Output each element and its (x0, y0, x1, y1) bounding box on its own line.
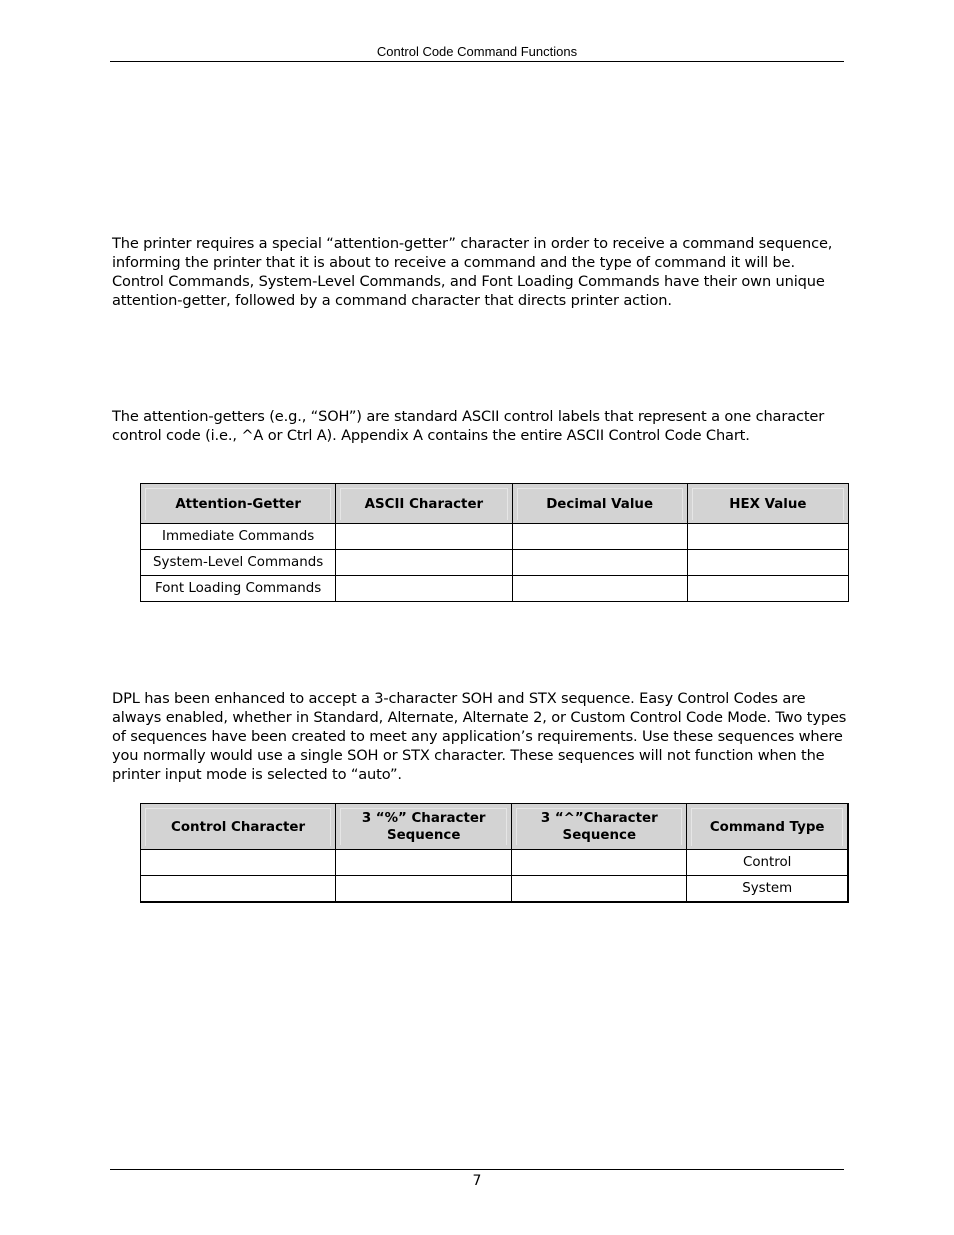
table-cell (511, 523, 688, 550)
column-header: Decimal Value (511, 483, 688, 524)
table-row: System-Level Commands (139, 549, 850, 576)
paragraph-easy-control-codes: DPL has been enhanced to accept a 3-char… (112, 690, 847, 783)
table-cell (686, 523, 850, 550)
table-cell (335, 575, 513, 602)
table-cell (686, 549, 850, 576)
paragraph-ascii-control-labels: The attention-getters (e.g., “SOH”) are … (112, 408, 825, 444)
column-header: 3 “^”Character Sequence (511, 803, 688, 850)
table-cell (335, 875, 513, 903)
table-cell (335, 849, 513, 876)
table-header-row: Attention-Getter ASCII Character Decimal… (139, 483, 850, 524)
table-cell (511, 875, 688, 903)
table-row: Font Loading Commands (139, 575, 850, 602)
column-header: Command Type (686, 803, 849, 850)
table-cell: System-Level Commands (139, 549, 337, 576)
table-cell (686, 575, 850, 602)
table-cell: Font Loading Commands (139, 575, 337, 602)
column-header: HEX Value (686, 483, 850, 524)
column-header: Control Character (139, 803, 337, 850)
table-header-row: Control Character 3 “%” Character Sequen… (139, 803, 849, 850)
table-row: Immediate Commands (139, 523, 850, 550)
column-header: Attention-Getter (139, 483, 337, 524)
column-header: ASCII Character (335, 483, 513, 524)
table-row: Control (139, 849, 849, 876)
table-cell (511, 849, 688, 876)
table-cell (511, 549, 688, 576)
control-sequence-table: Control Character 3 “%” Character Sequen… (139, 803, 849, 903)
table-cell (335, 523, 513, 550)
paragraph-attention-getter-intro: The printer requires a special “attentio… (112, 235, 833, 309)
footer-rule (110, 1169, 844, 1170)
table-cell: System (686, 875, 849, 903)
page-number: 7 (472, 1173, 482, 1189)
table-row: System (139, 875, 849, 903)
table-cell (511, 575, 688, 602)
attention-getter-table: Attention-Getter ASCII Character Decimal… (139, 483, 850, 602)
column-header: 3 “%” Character Sequence (335, 803, 513, 850)
running-header: Control Code Command Functions (376, 44, 578, 59)
table-cell (139, 875, 337, 903)
table-cell: Control (686, 849, 849, 876)
table-cell: Immediate Commands (139, 523, 337, 550)
table-cell (335, 549, 513, 576)
table-cell (139, 849, 337, 876)
header-rule (110, 61, 844, 62)
